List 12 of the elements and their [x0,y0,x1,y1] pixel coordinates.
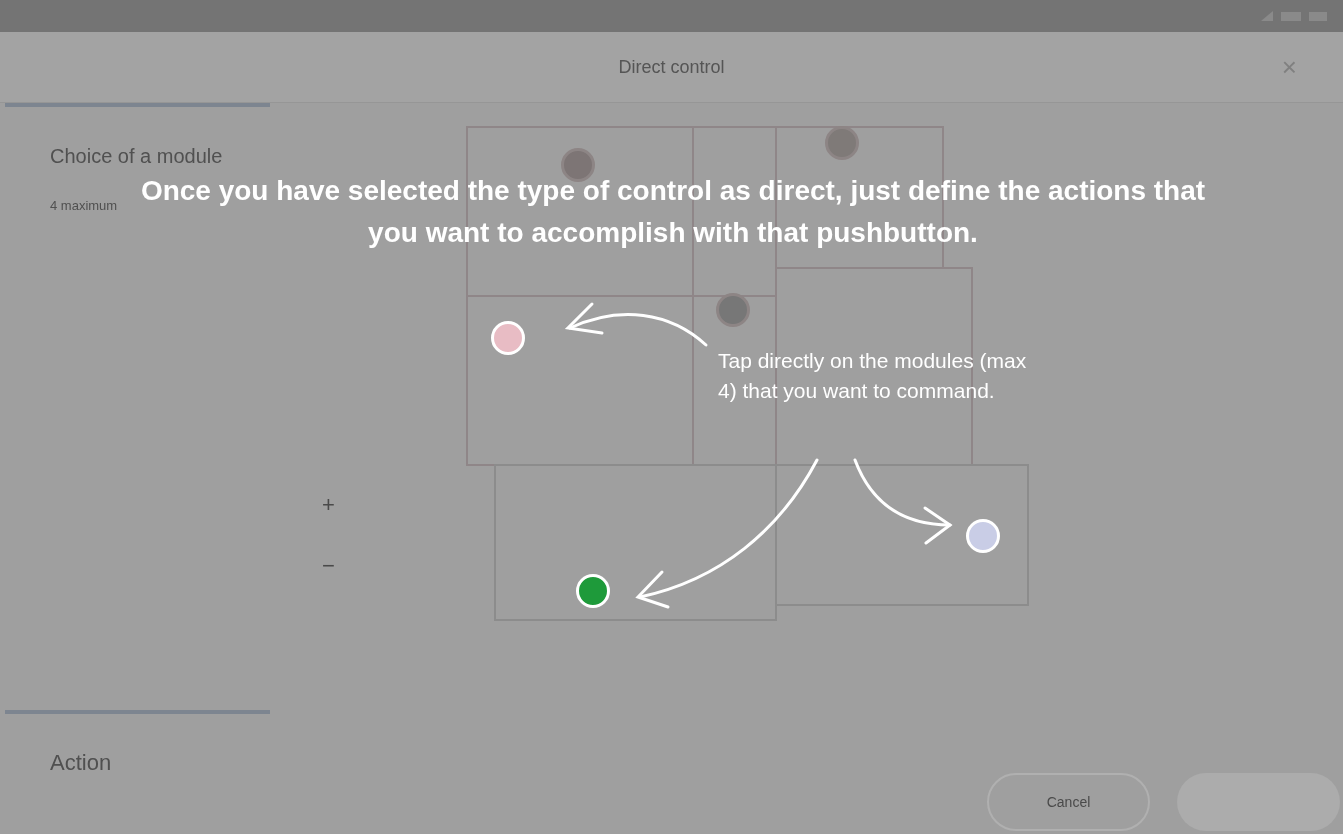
tutorial-headline: Once you have selected the type of control as direct, just define the actions that you want to accomplish with that pushbutton. [139,174,1207,250]
zoom-in-button[interactable]: + [318,492,339,518]
cancel-button[interactable]: Cancel [987,773,1150,831]
section-heading: Action [50,750,112,776]
dialog-title: Direct control [618,56,725,78]
module-marker[interactable] [825,126,859,160]
section-hint: 4 maximum [50,198,119,213]
module-marker[interactable] [561,148,595,182]
zoom-out-button[interactable]: − [318,553,339,579]
module-marker[interactable] [716,293,750,327]
section-heading: Choice of a module [50,145,224,168]
callout-text: Tap directly on the modules (max 4) that you want to command. [718,348,1028,404]
